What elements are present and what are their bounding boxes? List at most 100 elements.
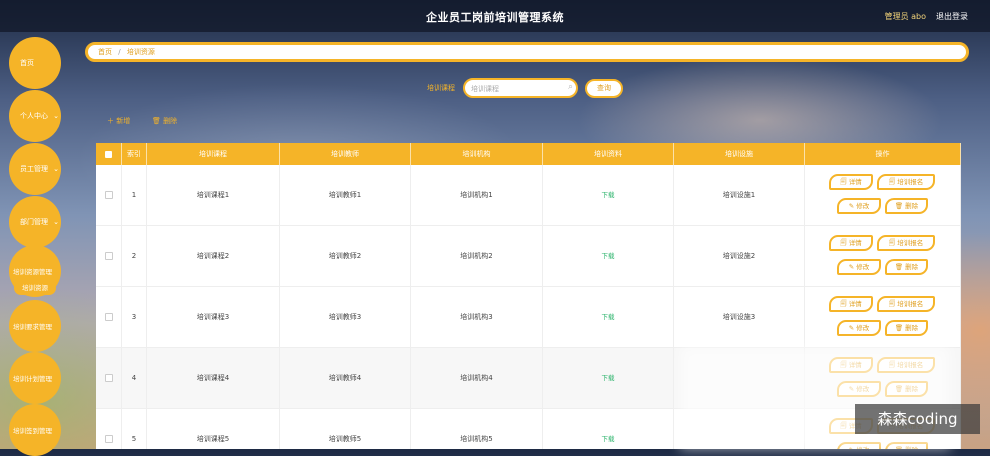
search-label: 培训课程 — [427, 84, 455, 92]
cell-actions: 🗐 详情🗐 培训报名 ✎ 修改🗑 删除 — [805, 287, 961, 347]
detail-button[interactable]: 🗐 详情 — [829, 235, 873, 251]
select-all-checkbox[interactable] — [105, 150, 112, 158]
sidebar-item-home[interactable]: 首页 — [9, 37, 61, 89]
edit-button[interactable]: ✎ 修改 — [837, 259, 881, 275]
table-row: 5培训课程5培训教师5培训机构5下载🗐 详情🗐 培训报名✎ 修改🗑 删除 — [96, 409, 961, 449]
cell-material: 下载 — [543, 226, 674, 286]
table-row: 4 培训课程4 培训教师4 培训机构4 下载 🗐 详情 🗐 培训报名 ✎ 修改 🗑 删除 — [96, 348, 961, 409]
column-header: 培训教师 — [280, 143, 411, 165]
sidebar-item-label: 首页 — [20, 59, 34, 67]
cell-teacher: 培训教师2 — [280, 226, 411, 286]
cell-teacher: 培训教师3 — [280, 287, 411, 347]
search-input[interactable] — [471, 83, 559, 95]
cell-course: 培训课程2 — [147, 226, 280, 286]
add-button[interactable]: ＋ 新增 — [107, 116, 130, 126]
cell-course: 培训课程1 — [147, 165, 280, 225]
chevron-down-icon: ⌄ — [53, 112, 59, 120]
search-icon: ⌕ — [567, 82, 573, 92]
breadcrumb: 首页 / 培训资源 — [85, 42, 969, 62]
cell-index: 2 — [122, 226, 147, 286]
delete-button[interactable]: 🗑 删除 — [885, 259, 928, 275]
signup-button[interactable]: 🗐 培训报名 — [877, 174, 935, 190]
table-row: 3 培训课程3 培训教师3 培训机构3 下载 培训设施3 🗐 详情 🗐 培训报名 ✎ 修改 🗑 删… — [96, 287, 961, 348]
cell-actions: 🗐 详情🗐 培训报名 ✎ 修改🗑 删除 — [805, 226, 961, 286]
cell-material: 下载 — [543, 287, 674, 347]
delete-button[interactable]: 🗑 删除 — [885, 198, 928, 214]
download-link[interactable]: 下载 — [602, 252, 615, 260]
search-field: ⌕ — [463, 78, 578, 98]
download-link[interactable]: 下载 — [602, 191, 615, 199]
sidebar-item-label: 个人中心 — [20, 112, 48, 120]
detail-button[interactable]: 🗐 详情 — [829, 357, 873, 373]
signup-button[interactable]: 🗐 培训报名 — [877, 296, 935, 312]
sidebar-item-plans[interactable]: 培训计划管理 — [9, 352, 61, 404]
row-select-cell — [96, 409, 122, 449]
signup-button[interactable]: 🗐 培训报名 — [877, 357, 935, 373]
cell-index: 3 — [122, 287, 147, 347]
sidebar-item-label: 培训签到管理 — [13, 427, 52, 435]
row-checkbox[interactable] — [104, 191, 113, 199]
cell-facility — [674, 348, 805, 408]
download-link[interactable]: 下载 — [602, 313, 615, 321]
breadcrumb-current: 培训资源 — [126, 48, 155, 56]
row-checkbox[interactable] — [104, 313, 113, 321]
column-header: 操作 — [805, 143, 961, 165]
download-link[interactable]: 下载 — [602, 374, 615, 382]
top-header: 企业员工岗前培训管理系统 管理员 abo 退出登录 — [0, 0, 990, 32]
breadcrumb-home[interactable]: 首页 — [98, 48, 112, 56]
sidebar-item-signin[interactable]: 培训签到管理 — [9, 404, 61, 456]
row-select-cell — [96, 165, 122, 225]
cell-org: 培训机构3 — [411, 287, 543, 347]
edit-button[interactable]: ✎ 修改 — [837, 198, 881, 214]
detail-button[interactable]: 🗐 详情 — [829, 174, 873, 190]
signup-button[interactable]: 🗐 培训报名 — [877, 235, 935, 251]
sidebar-item-profile[interactable]: 个人中心 ⌄ — [9, 90, 61, 142]
column-header: 培训机构 — [411, 143, 543, 165]
cell-facility: 培训设施2 — [674, 226, 805, 286]
cell-actions: 🗐 详情🗐 培训报名 ✎ 修改🗑 删除 — [805, 165, 961, 225]
cell-course: 培训课程5 — [147, 409, 280, 449]
delete-button[interactable]: 🗑 删除 — [885, 381, 928, 397]
row-select-cell — [96, 226, 122, 286]
cell-index: 4 — [122, 348, 147, 408]
breadcrumb-separator: / — [118, 48, 121, 56]
cell-org: 培训机构5 — [411, 409, 543, 449]
sidebar-item-label: 培训要求管理 — [13, 323, 52, 331]
row-checkbox[interactable] — [104, 252, 113, 260]
sidebar-item-requirements[interactable]: 培训要求管理 — [9, 300, 61, 352]
row-checkbox[interactable] — [104, 435, 113, 443]
cell-org: 培训机构4 — [411, 348, 543, 408]
cell-facility — [674, 409, 805, 449]
watermark: 森森coding — [855, 404, 980, 434]
edit-button[interactable]: ✎ 修改 — [837, 320, 881, 336]
table-row: 1 培训课程1 培训教师1 培训机构1 下载 培训设施1 🗐 详情 🗐 培训报名 ✎ 修改 🗑 删… — [96, 165, 961, 226]
search-button[interactable]: 查询 — [585, 79, 623, 98]
edit-button[interactable]: ✎ 修改 — [837, 381, 881, 397]
logout-link[interactable]: 退出登录 — [936, 11, 968, 22]
table-row: 2 培训课程2 培训教师2 培训机构2 下载 培训设施2 🗐 详情 🗐 培训报名 ✎ 修改 🗑 删… — [96, 226, 961, 287]
sidebar-item-departments[interactable]: 部门管理 ⌄ — [9, 196, 61, 248]
cell-material: 下载 — [543, 165, 674, 225]
chevron-down-icon: ⌄ — [53, 165, 59, 173]
cell-facility: 培训设施3 — [674, 287, 805, 347]
download-link[interactable]: 下载 — [602, 435, 615, 443]
table-header: 索引 培训课程 培训教师 培训机构 培训资料 培训设施 操作 — [96, 143, 961, 165]
delete-button[interactable]: 🗑 删除 — [885, 320, 928, 336]
sidebar-item-employees[interactable]: 员工管理 ⌄ — [9, 143, 61, 195]
edit-button[interactable]: ✎ 修改 — [837, 442, 881, 449]
sidebar-item-label: 部门管理 — [20, 218, 48, 226]
chevron-down-icon: ⌄ — [53, 218, 59, 226]
column-header: 培训设施 — [674, 143, 805, 165]
sidebar: 首页 个人中心 ⌄ 员工管理 ⌄ 部门管理 ⌄ 培训资源管理 培训资源 培训要求… — [0, 32, 75, 456]
cell-facility: 培训设施1 — [674, 165, 805, 225]
cell-material: 下载 — [543, 348, 674, 408]
detail-button[interactable]: 🗐 详情 — [829, 296, 873, 312]
cell-teacher: 培训教师4 — [280, 348, 411, 408]
sidebar-item-label: 培训计划管理 — [13, 375, 52, 383]
cell-org: 培训机构1 — [411, 165, 543, 225]
delete-button[interactable]: 🗑 删除 — [885, 442, 928, 449]
column-header: 索引 — [122, 143, 147, 165]
bulk-delete-button[interactable]: 🗑 删除 — [152, 116, 177, 126]
sidebar-subitem-resources[interactable]: 培训资源 — [14, 281, 56, 295]
row-checkbox[interactable] — [104, 374, 113, 382]
